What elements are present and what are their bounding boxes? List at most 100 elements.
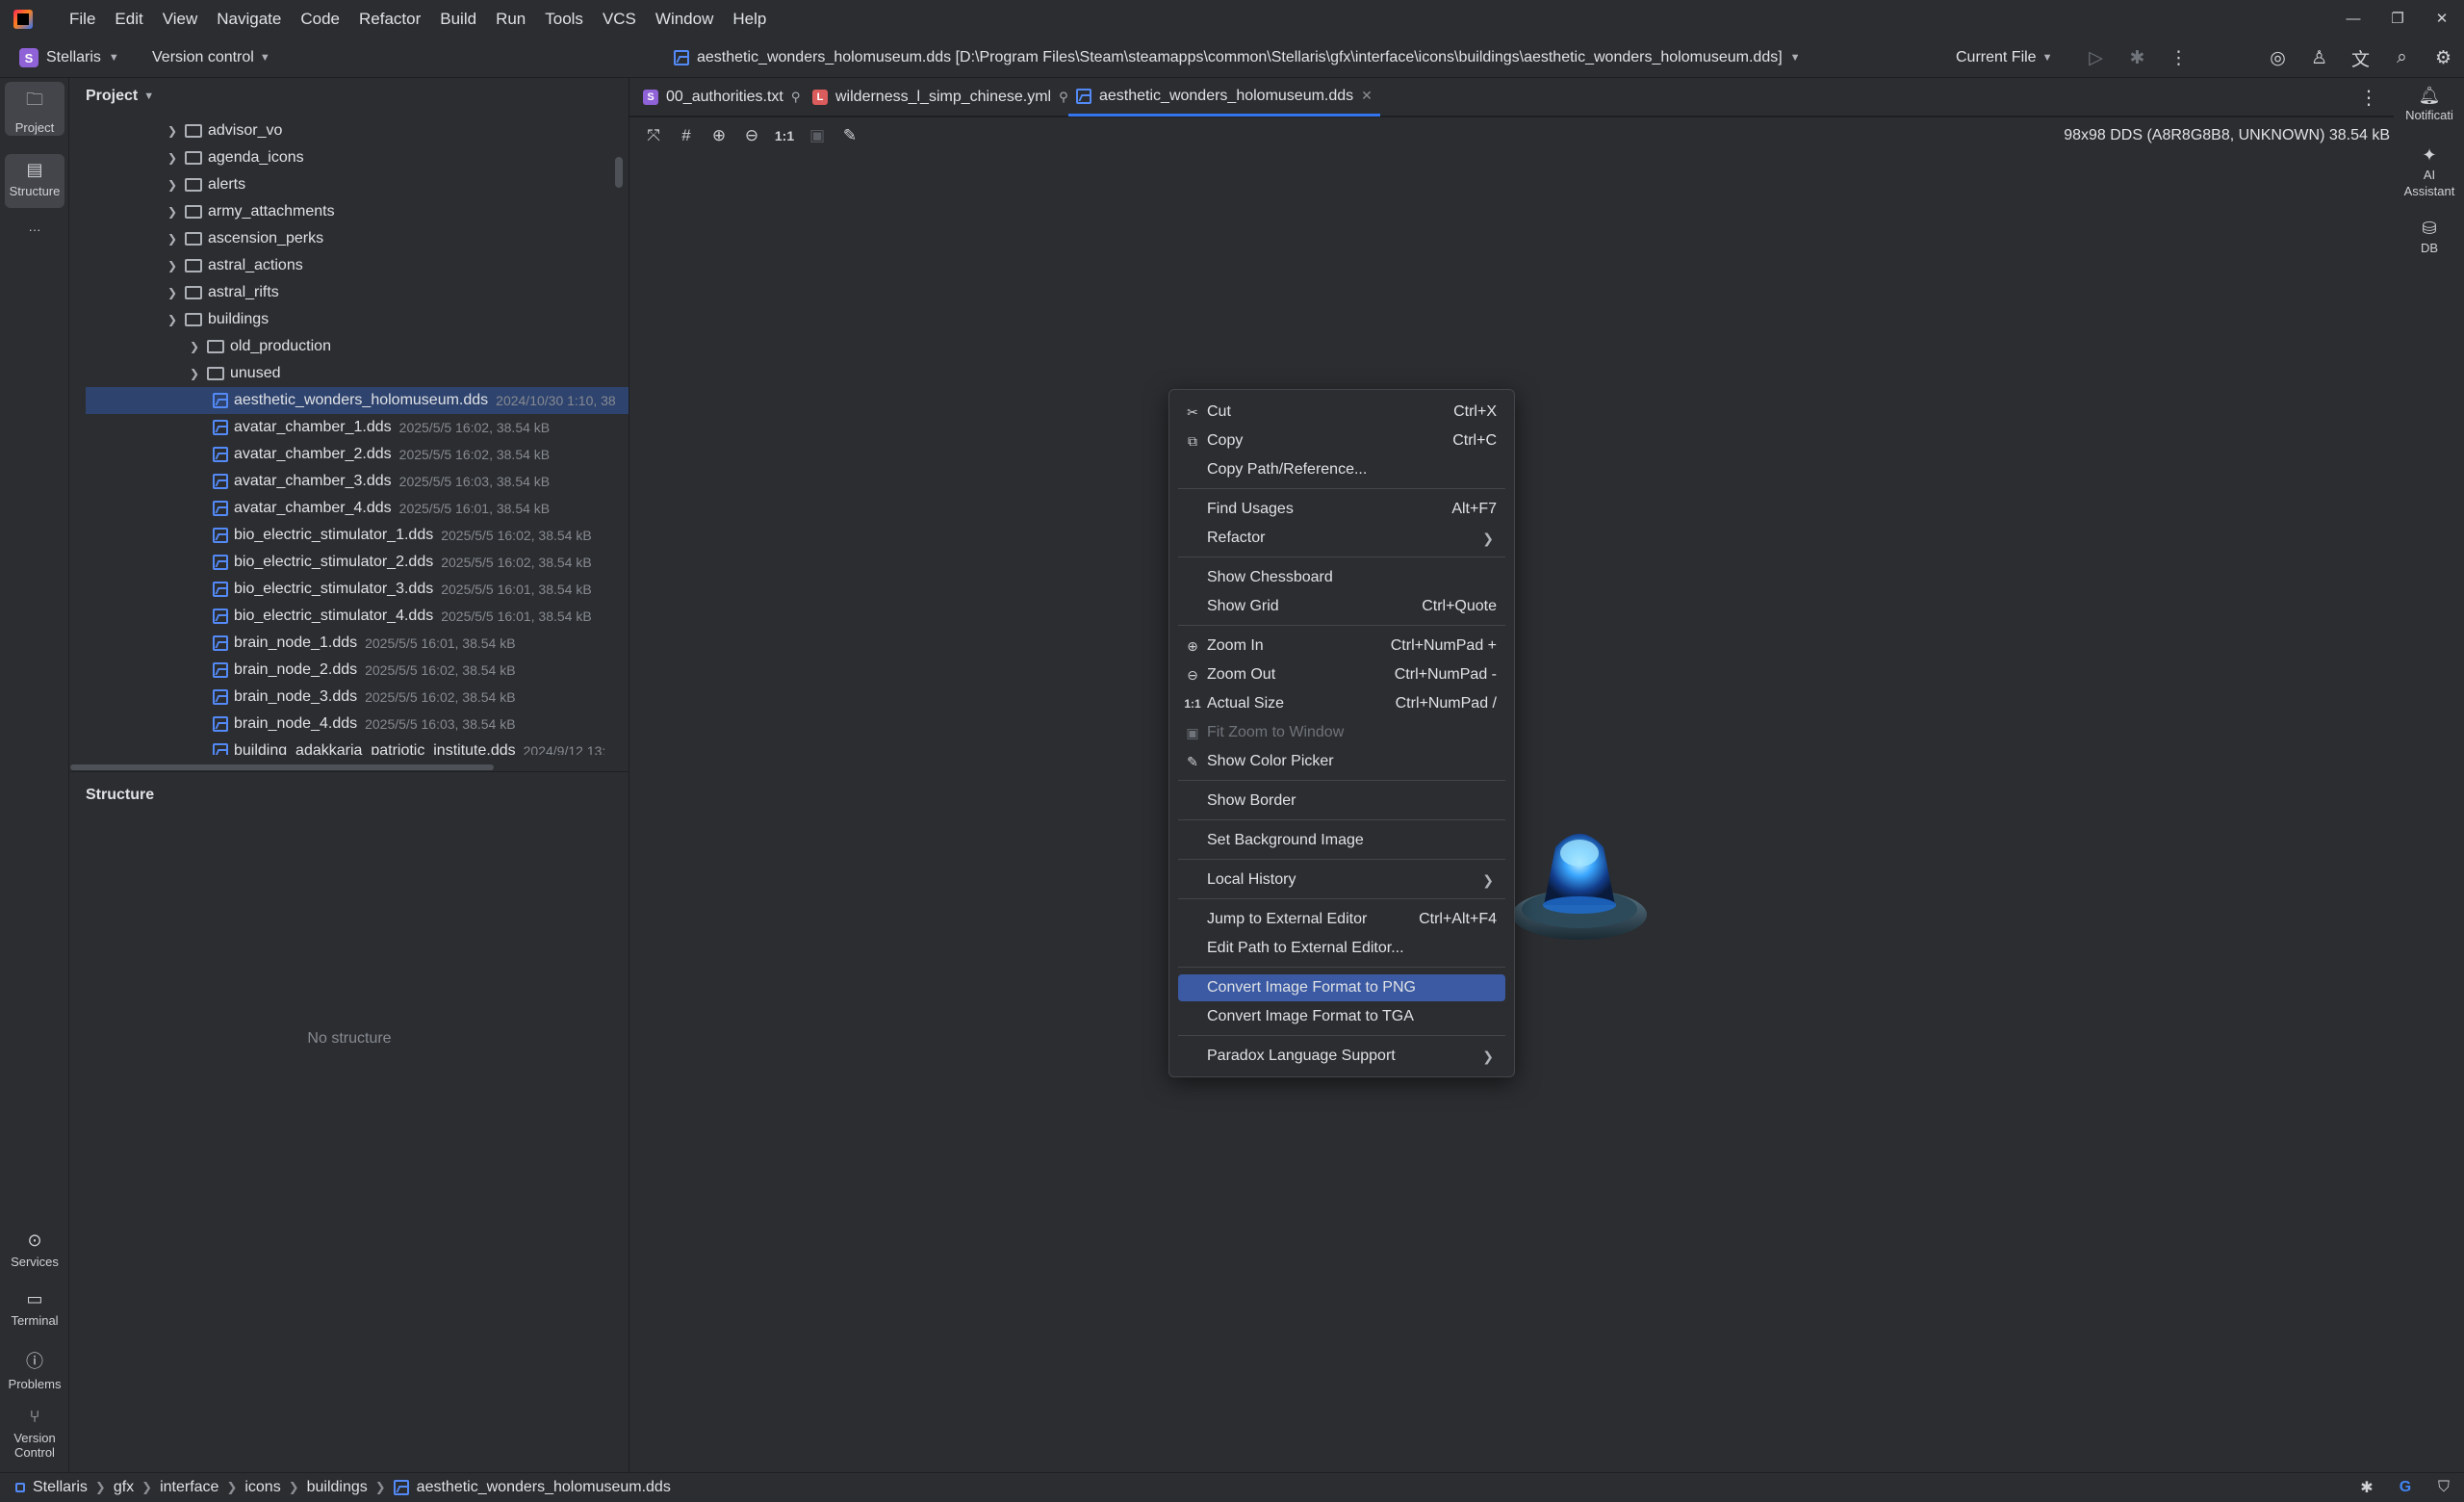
chevron-right-icon[interactable]: ❯ <box>164 205 181 219</box>
debug-icon[interactable]: ✱ <box>2117 47 2158 69</box>
tree-folder-army-attachments[interactable]: ❯ army_attachments <box>70 198 629 225</box>
horizontal-scrollbar[interactable] <box>70 764 494 770</box>
menu-item-jump-external[interactable]: Jump to External Editor Ctrl+Alt+F4 <box>1178 906 1505 933</box>
more-tabs-icon[interactable]: ⋮ <box>2359 86 2378 110</box>
menu-item-paradox-support[interactable]: Paradox Language Support ❯ <box>1178 1043 1505 1070</box>
tree-file[interactable]: bio_electric_stimulator_2.dds 2025/5/5 1… <box>70 549 629 576</box>
tab-holomuseum[interactable]: aesthetic_wonders_holomuseum.dds ✕ <box>1068 78 1380 117</box>
menu-item-local-history[interactable]: Local History ❯ <box>1178 867 1505 893</box>
chevron-down-icon[interactable]: ❯ <box>164 313 181 326</box>
project-tool-button[interactable]: 🗀 Project <box>5 82 64 136</box>
tree-folder-agenda-icons[interactable]: ❯ agenda_icons <box>70 144 629 171</box>
menu-item-convert-png[interactable]: Convert Image Format to PNG <box>1178 974 1505 1001</box>
notifications-tool-button[interactable]: 🔔︎ Notificati <box>2394 87 2464 123</box>
tree-file[interactable]: brain_node_4.dds 2025/5/5 16:03, 38.54 k… <box>70 711 629 738</box>
menu-code[interactable]: Code <box>291 0 349 38</box>
tree-file[interactable]: brain_node_2.dds 2025/5/5 16:02, 38.54 k… <box>70 657 629 684</box>
fit-icon[interactable]: ⤧ <box>639 126 668 145</box>
tree-file-selected[interactable]: aesthetic_wonders_holomuseum.dds 2024/10… <box>86 387 629 414</box>
chevron-right-icon[interactable]: ❯ <box>186 340 203 353</box>
version-control-tool-button[interactable]: ⑂ Version Control <box>5 1401 64 1468</box>
menu-item-cut[interactable]: ✂ Cut Ctrl+X <box>1178 399 1505 426</box>
breadcrumb-item[interactable]: Stellaris <box>33 1479 88 1496</box>
chevron-right-icon[interactable]: ❯ <box>164 124 181 138</box>
grid-icon[interactable]: # <box>672 126 701 145</box>
menu-tools[interactable]: Tools <box>535 0 593 38</box>
more-tools-button[interactable]: ··· <box>5 217 64 244</box>
zoom-out-icon[interactable]: ⊖ <box>737 126 766 145</box>
menu-item-edit-path-external[interactable]: Edit Path to External Editor... <box>1178 935 1505 962</box>
tree-file[interactable]: avatar_chamber_2.dds 2025/5/5 16:02, 38.… <box>70 441 629 468</box>
tree-folder-ascension-perks[interactable]: ❯ ascension_perks <box>70 225 629 252</box>
menu-item-copy[interactable]: ⧉ Copy Ctrl+C <box>1178 427 1505 454</box>
tree-folder-advisor-vo[interactable]: ❯ advisor_vo <box>70 117 629 144</box>
close-window-button[interactable]: ✕ <box>2420 0 2464 38</box>
tree-file[interactable]: avatar_chamber_4.dds 2025/5/5 16:01, 38.… <box>70 495 629 522</box>
breadcrumb-item[interactable]: aesthetic_wonders_holomuseum.dds <box>417 1479 671 1496</box>
menu-item-color-picker[interactable]: ✎ Show Color Picker <box>1178 748 1505 775</box>
tree-folder-old-production[interactable]: ❯ old_production <box>70 333 629 360</box>
breadcrumb-item[interactable]: buildings <box>307 1479 368 1496</box>
version-control-widget[interactable]: Version control ▼ <box>152 45 270 70</box>
menu-file[interactable]: File <box>60 0 105 38</box>
services-tool-button[interactable]: ⊙ Services <box>5 1225 64 1275</box>
tree-file[interactable]: bio_electric_stimulator_3.dds 2025/5/5 1… <box>70 576 629 603</box>
menu-edit[interactable]: Edit <box>105 0 152 38</box>
vertical-scrollbar[interactable] <box>615 157 623 188</box>
code-with-me-icon[interactable]: ◎ <box>2257 47 2298 69</box>
chevron-right-icon[interactable]: ❯ <box>164 286 181 299</box>
chevron-right-icon[interactable]: ❯ <box>164 178 181 192</box>
menu-run[interactable]: Run <box>486 0 535 38</box>
pin-icon[interactable]: ⚲ <box>791 90 801 105</box>
menu-item-actual-size[interactable]: 1:1 Actual Size Ctrl+NumPad / <box>1178 690 1505 717</box>
menu-build[interactable]: Build <box>430 0 486 38</box>
breadcrumb-item[interactable]: gfx <box>114 1479 134 1496</box>
menu-item-convert-tga[interactable]: Convert Image Format to TGA <box>1178 1003 1505 1030</box>
translate-icon[interactable]: 文 <box>2340 45 2381 71</box>
project-panel-header[interactable]: Project ▼ <box>86 88 154 105</box>
database-tool-button[interactable]: ⛁ DB <box>2394 220 2464 256</box>
close-tab-icon[interactable]: ✕ <box>1361 88 1373 104</box>
tab-authorities[interactable]: S 00_authorities.txt ⚲ <box>635 78 808 117</box>
menu-navigate[interactable]: Navigate <box>207 0 291 38</box>
more-actions-icon[interactable]: ⋮ <box>2158 47 2199 69</box>
menu-item-copy-path[interactable]: Copy Path/Reference... <box>1178 456 1505 483</box>
run-icon[interactable]: ▷ <box>2075 47 2117 69</box>
google-icon[interactable]: G <box>2393 1479 2418 1496</box>
menu-view[interactable]: View <box>153 0 208 38</box>
color-picker-icon[interactable]: ✎ <box>835 126 864 145</box>
menu-window[interactable]: Window <box>646 0 723 38</box>
menu-item-find-usages[interactable]: Find Usages Alt+F7 <box>1178 496 1505 523</box>
menu-item-refactor[interactable]: Refactor ❯ <box>1178 525 1505 552</box>
actual-size-icon[interactable]: 1:1 <box>770 128 799 143</box>
menu-refactor[interactable]: Refactor <box>349 0 430 38</box>
chevron-right-icon[interactable]: ❯ <box>186 367 203 380</box>
account-icon[interactable]: ♙ <box>2298 47 2340 69</box>
breadcrumb-item[interactable]: interface <box>160 1479 218 1496</box>
bug-icon[interactable]: ✱ <box>2354 1478 2379 1497</box>
tree-folder-alerts[interactable]: ❯ alerts <box>70 171 629 198</box>
problems-tool-button[interactable]: ⓘ Problems <box>5 1342 64 1392</box>
chevron-right-icon[interactable]: ❯ <box>164 259 181 272</box>
shield-icon[interactable]: ⛉ <box>2431 1479 2456 1496</box>
menu-item-set-background[interactable]: Set Background Image <box>1178 827 1505 854</box>
minimize-button[interactable]: — <box>2331 0 2375 38</box>
run-configuration-selector[interactable]: Current File ▼ <box>1956 45 2052 70</box>
tree-folder-astral-actions[interactable]: ❯ astral_actions <box>70 252 629 279</box>
zoom-in-icon[interactable]: ⊕ <box>705 126 733 145</box>
tree-file[interactable]: building_adakkaria_patriotic_institute.d… <box>70 738 629 755</box>
tab-wilderness[interactable]: L wilderness_l_simp_chinese.yml ⚲ <box>805 78 1076 117</box>
project-switcher[interactable]: S Stellaris ▼ <box>19 45 119 70</box>
tree-file[interactable]: avatar_chamber_3.dds 2025/5/5 16:03, 38.… <box>70 468 629 495</box>
menu-item-show-border[interactable]: Show Border <box>1178 788 1505 815</box>
structure-tool-button[interactable]: ▤ Structure <box>5 154 64 208</box>
restore-button[interactable]: ❐ <box>2375 0 2420 38</box>
file-path-title[interactable]: aesthetic_wonders_holomuseum.dds [D:\Pro… <box>674 45 1801 70</box>
chevron-right-icon[interactable]: ❯ <box>164 151 181 165</box>
ai-assistant-tool-button[interactable]: ✦ AI Assistant <box>2394 146 2464 199</box>
search-icon[interactable]: ⌕ <box>2381 47 2423 68</box>
settings-gear-icon[interactable]: ⚙ <box>2423 47 2464 69</box>
terminal-tool-button[interactable]: ▭ Terminal <box>5 1283 64 1334</box>
menu-item-show-chessboard[interactable]: Show Chessboard <box>1178 564 1505 591</box>
tree-file[interactable]: bio_electric_stimulator_4.dds 2025/5/5 1… <box>70 603 629 630</box>
